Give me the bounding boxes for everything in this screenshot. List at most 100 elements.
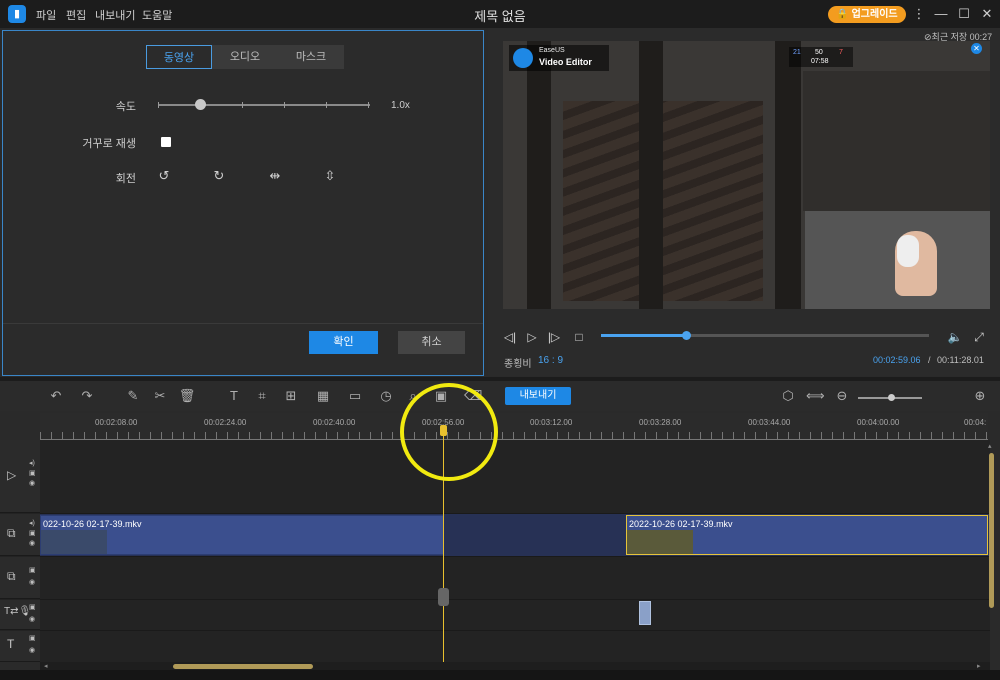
- flip-vertical-icon[interactable]: ⇳: [321, 167, 339, 185]
- track-lock-icon[interactable]: ▣: [29, 635, 36, 643]
- speed-slider-handle[interactable]: [195, 99, 207, 110]
- zoom-in-icon[interactable]: ⊕: [971, 387, 989, 405]
- redo-icon[interactable]: ↷: [78, 387, 96, 405]
- freeze-frame-icon[interactable]: ▭: [346, 387, 364, 405]
- clock-icon[interactable]: ◷: [377, 387, 395, 405]
- playback-progress[interactable]: [601, 334, 929, 337]
- vertical-scrollbar-thumb[interactable]: [989, 453, 994, 608]
- scroll-up-icon[interactable]: ▴: [988, 442, 992, 450]
- track-separator: [40, 556, 990, 557]
- undo-icon[interactable]: ↶: [47, 387, 65, 405]
- stop-icon[interactable]: □: [571, 329, 587, 345]
- zoom-out-icon[interactable]: ⊖: [833, 387, 851, 405]
- scissors-icon[interactable]: ✂: [151, 387, 169, 405]
- watermark: EaseUS Video Editor: [509, 45, 609, 71]
- video-preview[interactable]: 21 50 7 07:58 EaseUS Video Editor ✕: [503, 41, 990, 309]
- ruler-label: 00:02:40.00: [313, 418, 356, 427]
- clip-thumbnail: [627, 530, 693, 554]
- rotate-right-icon[interactable]: ↻: [210, 167, 228, 185]
- tab-audio[interactable]: 오디오: [212, 45, 278, 69]
- ruler-label: 00:04:: [964, 418, 987, 427]
- export-button[interactable]: 내보내기: [505, 387, 571, 405]
- scroll-left-icon[interactable]: ◂: [44, 662, 48, 670]
- track-visibility-icon[interactable]: ◉: [29, 647, 35, 655]
- watermark-logo-icon: [513, 48, 533, 68]
- marker-icon[interactable]: ⬡: [779, 387, 797, 405]
- track-header-speech: T⇄🎙 ▣ ◉: [0, 600, 40, 630]
- track-lock-icon[interactable]: ▣: [29, 567, 36, 575]
- tab-mask[interactable]: 마스크: [278, 45, 344, 69]
- track-audio-icon[interactable]: ◂): [29, 460, 35, 468]
- text-clip[interactable]: [639, 601, 651, 625]
- watermark-brand: EaseUS: [539, 47, 565, 54]
- fullscreen-icon[interactable]: ⤢: [971, 329, 987, 345]
- play-icon[interactable]: ▷: [524, 329, 540, 345]
- mosaic-icon[interactable]: ▦: [314, 387, 332, 405]
- track-lock-icon[interactable]: ▣: [29, 604, 36, 612]
- track-visibility-icon[interactable]: ◉: [29, 616, 35, 624]
- volume-icon[interactable]: 🔈: [947, 329, 963, 345]
- flip-horizontal-icon[interactable]: ⇹: [266, 167, 284, 185]
- reverse-label: 거꾸로 재생: [82, 138, 136, 150]
- app-window: ▮ 파일 편집 내보내기 도움말 제목 없음 🔒 업그레이드 ⋮ — ☐ ✕ 동…: [0, 0, 1000, 680]
- hud-left-score: 21: [793, 49, 801, 56]
- track-separator: [40, 630, 990, 631]
- reverse-checkbox[interactable]: [161, 137, 171, 147]
- track-lock-icon[interactable]: ▣: [29, 470, 36, 478]
- ruler-label: 00:03:12.00: [530, 418, 573, 427]
- next-frame-icon[interactable]: |▷: [546, 329, 562, 345]
- horizontal-scrollbar-thumb[interactable]: [173, 664, 313, 669]
- video-clip-selected[interactable]: 2022-10-26 02-17-39.mkv: [626, 515, 988, 555]
- track-visibility-icon[interactable]: ◉: [29, 540, 35, 548]
- time-separator: /: [928, 355, 931, 365]
- maximize-icon[interactable]: ☐: [955, 5, 973, 23]
- trash-icon[interactable]: 🗑: [178, 387, 196, 405]
- close-icon[interactable]: ✕: [978, 5, 996, 23]
- zoom-slider-handle[interactable]: [888, 394, 895, 401]
- menu-file[interactable]: 파일: [36, 7, 56, 23]
- track-visibility-icon[interactable]: ◉: [29, 579, 35, 587]
- upgrade-button[interactable]: 🔒 업그레이드: [828, 6, 906, 23]
- track-header-pip-1: ⧉ ◂) ▣ ◉: [0, 514, 40, 556]
- cancel-button[interactable]: 취소: [398, 331, 465, 354]
- fit-icon[interactable]: ⟺: [806, 387, 825, 405]
- menu-help[interactable]: 도움말: [142, 7, 172, 23]
- watermark-product: Video Editor: [539, 57, 592, 67]
- upgrade-label: 업그레이드: [851, 9, 898, 20]
- track-lock-icon[interactable]: ▣: [29, 530, 36, 538]
- tab-video[interactable]: 동영상: [146, 45, 212, 69]
- rotate-left-icon[interactable]: ↺: [155, 167, 173, 185]
- menu-edit[interactable]: 편집: [66, 7, 86, 23]
- speed-slider[interactable]: [158, 102, 370, 108]
- crop-icon[interactable]: ⌗: [253, 387, 271, 405]
- playback-progress-fill: [601, 334, 687, 337]
- prev-frame-icon[interactable]: ◁|: [502, 329, 518, 345]
- ok-button[interactable]: 확인: [309, 331, 378, 354]
- watermark-close-icon[interactable]: ✕: [971, 43, 982, 54]
- video-wall: [803, 71, 990, 211]
- minimize-icon[interactable]: —: [932, 5, 950, 23]
- aspect-ratio-label: 종횡비: [504, 359, 532, 370]
- video-clip[interactable]: 022-10-26 02-17-39.mkv: [40, 515, 444, 555]
- aspect-ratio-value[interactable]: 16 : 9: [538, 355, 563, 366]
- track-header-text: T ▣ ◉: [0, 631, 40, 662]
- app-logo-icon: ▮: [8, 5, 26, 23]
- scroll-right-icon[interactable]: ▸: [977, 662, 981, 670]
- pencil-icon[interactable]: ✎: [124, 387, 142, 405]
- menu-export[interactable]: 내보내기: [95, 7, 135, 23]
- highlight-circle: [400, 383, 498, 481]
- ruler-label: 00:02:24.00: [204, 418, 247, 427]
- add-frame-icon[interactable]: ⊞: [282, 387, 300, 405]
- more-menu-icon[interactable]: ⋮: [910, 5, 928, 23]
- text-track-icon: T: [7, 637, 15, 651]
- track-header-pip-2: ⧉ ▣ ◉: [0, 557, 40, 599]
- track-audio-icon[interactable]: ◂): [29, 520, 35, 528]
- webcam-overlay: [805, 211, 990, 309]
- playhead-grip[interactable]: [438, 588, 449, 606]
- track-visibility-icon[interactable]: ◉: [29, 480, 35, 488]
- pip-track-icon: ⧉: [7, 526, 16, 540]
- text-icon[interactable]: T: [225, 387, 243, 405]
- track-separator: [40, 599, 990, 600]
- rotate-label: 회전: [115, 173, 136, 185]
- text-to-speech-icon: T⇄🎙: [4, 606, 32, 617]
